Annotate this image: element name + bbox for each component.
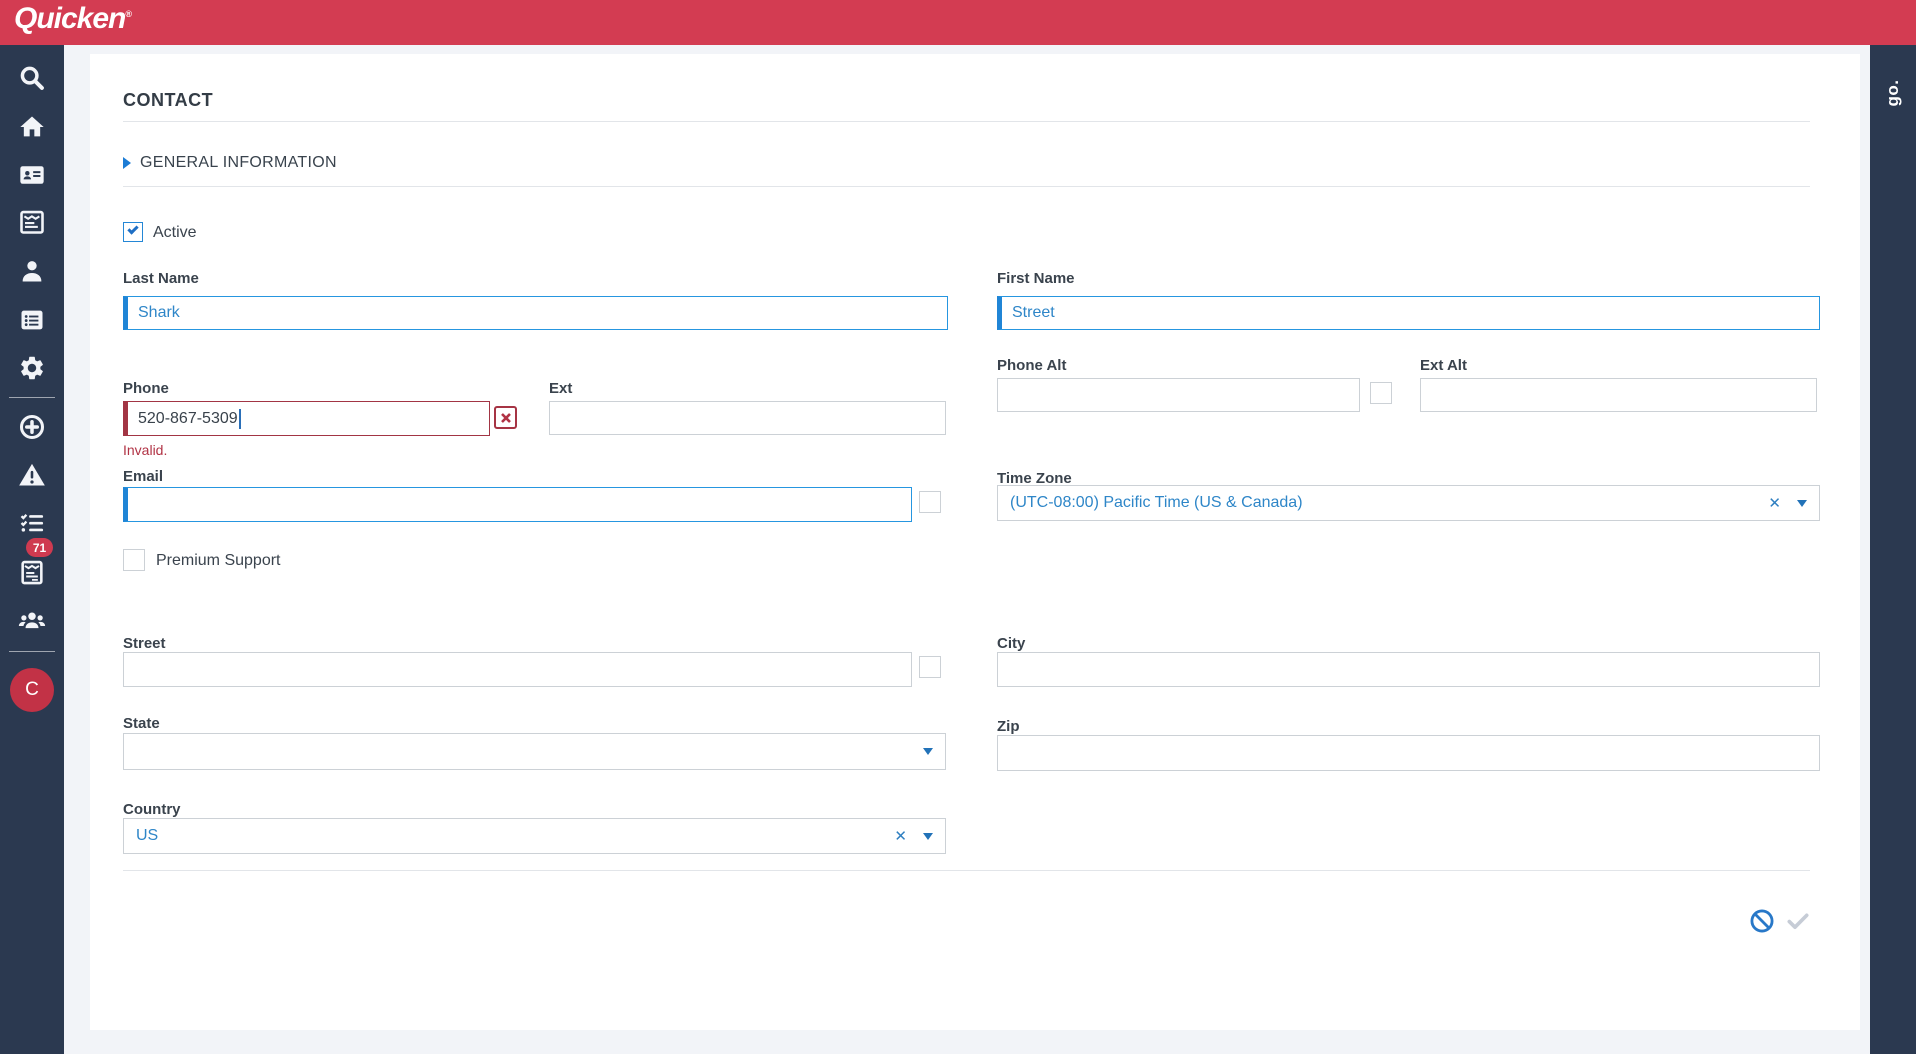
zip-label: Zip [997,718,1020,735]
active-label: Active [153,224,197,241]
forms-icon[interactable] [17,557,47,587]
chevron-right-icon [123,157,131,169]
news-icon[interactable] [17,207,47,237]
street-input[interactable] [123,652,912,687]
ext-input[interactable] [549,401,946,435]
sidebar-divider [9,651,55,652]
phone-clear-button[interactable] [494,406,517,429]
phone-alt-input[interactable] [997,378,1360,412]
people-icon[interactable] [17,605,47,635]
time-zone-select[interactable]: (UTC-08:00) Pacific Time (US & Canada) ✕ [997,485,1820,521]
plus-circle-icon[interactable] [17,412,47,442]
email-checkbox[interactable] [919,491,941,513]
user-avatar[interactable]: C [10,668,54,712]
right-rail: go. [1870,45,1916,1054]
sidebar-divider [9,397,55,398]
email-input[interactable] [123,487,912,522]
registered-mark: ® [125,9,132,19]
premium-support-label: Premium Support [156,552,281,569]
ext-label: Ext [549,380,573,397]
home-icon[interactable] [17,112,47,142]
check-icon [127,223,139,235]
state-label: State [123,715,160,732]
first-name-input[interactable]: Street [997,296,1820,330]
city-label: City [997,635,1026,652]
clear-icon[interactable]: ✕ [1768,494,1781,512]
ext-alt-input[interactable] [1420,378,1817,412]
divider [123,121,1810,122]
address-card-icon[interactable] [17,160,47,190]
phone-input[interactable]: 520-867-5309 [123,401,490,436]
phone-error-text: Invalid. [123,442,168,458]
zip-input[interactable] [997,735,1820,771]
cancel-button[interactable] [1748,907,1776,935]
app-header: Quicken® [0,0,1916,45]
last-name-input[interactable]: Shark [123,296,948,330]
text-caret [238,408,241,429]
city-input[interactable] [997,652,1820,687]
go-brand-tab[interactable]: go. [1883,70,1903,116]
last-name-label: Last Name [123,270,199,287]
email-label: Email [123,468,164,485]
premium-support-checkbox[interactable] [123,549,145,571]
left-sidebar: 71 C [0,45,64,1054]
divider [123,186,1810,187]
general-information-toggle[interactable]: GENERAL INFORMATION [123,154,337,172]
notification-badge: 71 [26,538,53,557]
clear-icon[interactable]: ✕ [894,827,907,845]
save-button[interactable] [1784,907,1812,935]
state-select[interactable] [123,733,946,770]
warning-icon[interactable] [17,460,47,490]
gear-icon[interactable] [17,353,47,383]
dropdown-arrow-icon[interactable] [923,748,933,755]
phone-alt-checkbox[interactable] [1370,382,1392,404]
active-checkbox[interactable] [123,222,143,242]
dropdown-arrow-icon[interactable] [923,832,933,840]
country-label: Country [123,801,181,818]
first-name-label: First Name [997,270,1075,287]
section-title: GENERAL INFORMATION [140,154,337,171]
phone-label: Phone [123,380,169,397]
checklist-icon[interactable] [17,508,47,538]
street-checkbox[interactable] [919,656,941,678]
phone-alt-label: Phone Alt [997,357,1067,374]
ext-alt-label: Ext Alt [1420,357,1467,374]
page-title: CONTACT [123,90,214,110]
divider [123,870,1810,871]
dropdown-arrow-icon[interactable] [1797,499,1807,507]
country-select[interactable]: US ✕ [123,818,946,854]
search-icon[interactable] [17,63,47,93]
quicken-logo[interactable]: Quicken® [14,2,132,36]
street-label: Street [123,635,166,652]
contact-panel: CONTACT GENERAL INFORMATION Active Last … [90,54,1860,1030]
user-icon[interactable] [17,256,47,286]
list-icon[interactable] [17,305,47,335]
